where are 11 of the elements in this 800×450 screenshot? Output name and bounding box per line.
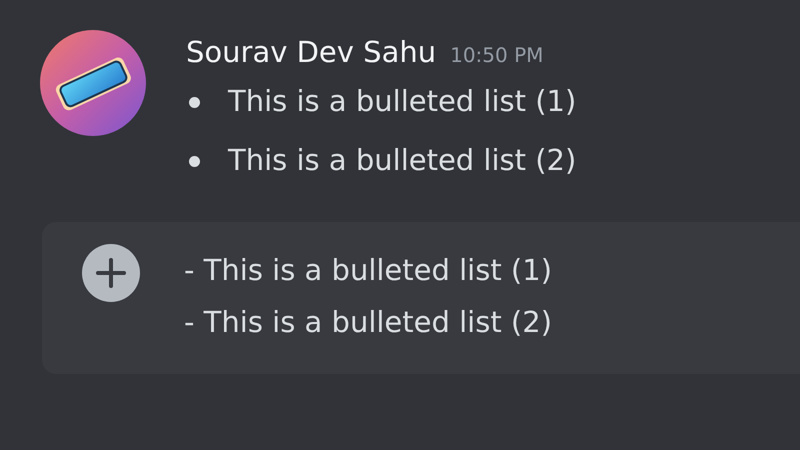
bullet-icon <box>189 156 200 166</box>
list-item: This is a bulleted list (2) <box>228 142 576 180</box>
avatar-icon <box>40 30 146 136</box>
add-icon[interactable] <box>82 244 140 302</box>
message-input[interactable]: - This is a bulleted list (1) - This is a bulleted list (2) <box>42 222 800 374</box>
input-text-line: - This is a bulleted list (1) <box>184 252 552 289</box>
author-name[interactable]: Sourav Dev Sahu <box>186 32 436 72</box>
bullet-icon <box>189 96 200 108</box>
input-text-line: - This is a bulleted list (2) <box>184 304 552 341</box>
list-item: This is a bulleted list (1) <box>228 83 576 120</box>
timestamp: 10:50 PM <box>450 42 544 69</box>
